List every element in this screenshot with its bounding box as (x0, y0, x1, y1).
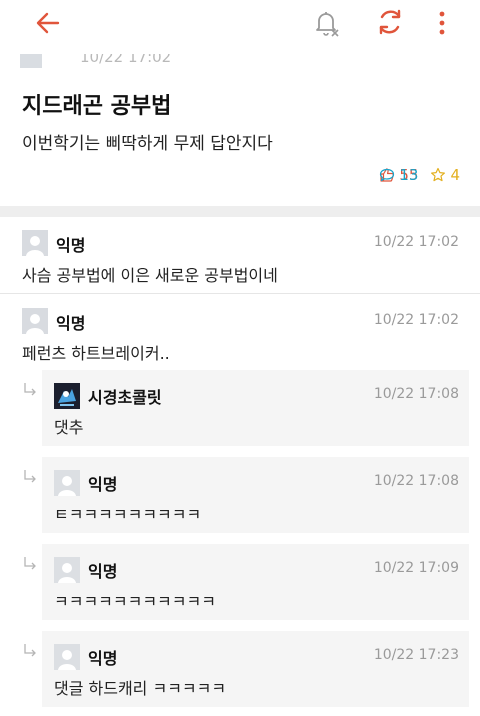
post-body: 이번학기는 삐딱하게 무제 답안지다 (22, 134, 273, 154)
comment-count-value: 13 (399, 166, 419, 184)
avatar (22, 308, 48, 334)
default-avatar-icon (58, 563, 76, 583)
post: 10/22 17:02 지드래곤 공부법 이번학기는 삐딱하게 무제 답안지다 … (0, 46, 480, 206)
default-avatar-icon (26, 236, 44, 256)
post-date: 10/22 17:02 (80, 54, 172, 66)
reply-arrow-icon (24, 470, 36, 483)
reply[interactable]: 시경초콜릿 10/22 17:08 댓추 (42, 370, 469, 446)
reply-text: ㅋㅋㅋㅋㅋㅋㅋㅋㅋㅋㅋ (54, 592, 216, 611)
avatar (54, 644, 80, 670)
post-meta: 10/22 17:02 (20, 54, 171, 68)
reply[interactable]: 익명 10/22 17:09 ㅋㅋㅋㅋㅋㅋㅋㅋㅋㅋㅋ (42, 544, 469, 620)
default-avatar-icon (26, 314, 44, 334)
reply-time: 10/22 17:23 (373, 647, 459, 663)
avatar (54, 470, 80, 496)
refresh-icon[interactable] (376, 8, 404, 36)
comment-text: 페런츠 하트브레이커.. (22, 344, 170, 363)
reply-author: 익명 (88, 649, 118, 668)
reply[interactable]: 익명 10/22 17:08 ㅌㅋㅋㅋㅋㅋㅋㅋㅋㅋ (42, 457, 469, 533)
comment[interactable]: 익명 10/22 17:02 사슴 공부법에 이은 새로운 공부법이네 (0, 230, 480, 290)
comment-author: 익명 (56, 314, 86, 333)
avatar (54, 383, 80, 409)
reply-author: 익명 (88, 562, 118, 581)
avatar (22, 230, 48, 256)
comment-author: 익명 (56, 236, 86, 255)
avatar (54, 557, 80, 583)
reply-author: 익명 (88, 475, 118, 494)
reply-arrow-icon (24, 383, 36, 396)
bell-off-icon[interactable] (311, 8, 341, 38)
comment[interactable]: 익명 10/22 17:02 페런츠 하트브레이커.. (0, 308, 480, 368)
reply-text: 댓추 (54, 418, 84, 437)
reply-arrow-icon (24, 644, 36, 657)
section-separator (0, 206, 480, 217)
post-stats: 55 13 4 (367, 166, 460, 184)
reply-time: 10/22 17:09 (373, 560, 459, 576)
reply-arrow-icon (24, 557, 36, 570)
profile-image-icon (58, 389, 76, 406)
default-avatar-icon (58, 650, 76, 670)
reply[interactable]: 익명 10/22 17:23 댓글 하드캐리 ㅋㅋㅋㅋㅋ (42, 631, 469, 707)
comment-text: 사슴 공부법에 이은 새로운 공부법이네 (22, 266, 278, 285)
post-title: 지드래곤 공부법 (22, 94, 172, 119)
reply-time: 10/22 17:08 (373, 386, 459, 402)
author-avatar (20, 54, 42, 68)
divider (0, 293, 480, 294)
reply-time: 10/22 17:08 (373, 473, 459, 489)
reply-author: 시경초콜릿 (88, 388, 162, 407)
comment-time: 10/22 17:02 (373, 312, 459, 328)
reply-text: 댓글 하드캐리 ㅋㅋㅋㅋㅋ (54, 679, 227, 698)
reply-text: ㅌㅋㅋㅋㅋㅋㅋㅋㅋㅋ (54, 505, 202, 524)
speech-bubble-icon (380, 168, 395, 182)
comment-count: 13 (379, 166, 480, 184)
more-vertical-icon[interactable] (432, 8, 452, 38)
back-arrow-icon[interactable] (34, 9, 62, 37)
default-avatar-icon (58, 476, 76, 496)
comment-time: 10/22 17:02 (373, 234, 459, 250)
top-bar (0, 0, 480, 46)
